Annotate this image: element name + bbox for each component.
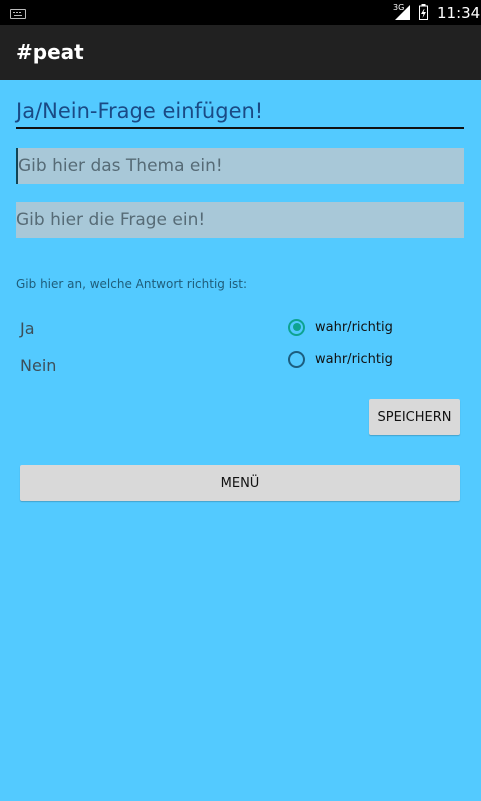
- answer-label-ja: Ja: [20, 319, 35, 338]
- menu-button[interactable]: MENÜ: [20, 465, 460, 501]
- question-input[interactable]: [16, 202, 464, 238]
- signal-icon: [395, 5, 410, 20]
- radio-label: wahr/richtig: [315, 351, 393, 367]
- radio-label: wahr/richtig: [315, 319, 393, 335]
- battery-icon: [419, 4, 428, 20]
- app-title: #peat: [16, 40, 84, 64]
- keyboard-icon: [10, 9, 26, 19]
- radio-option-ja[interactable]: wahr/richtig: [288, 316, 393, 338]
- radio-button-unchecked[interactable]: [288, 350, 305, 368]
- save-button[interactable]: SPEICHERN: [369, 399, 460, 435]
- topic-input[interactable]: [16, 148, 464, 184]
- form-heading: Ja/Nein-Frage einfügen!: [16, 99, 264, 123]
- answer-label-nein: Nein: [20, 356, 57, 375]
- clock: 11:34: [437, 4, 481, 22]
- app-bar: #peat: [0, 25, 481, 80]
- heading-underline: [16, 127, 464, 129]
- answer-hint: Gib hier an, welche Antwort richtig ist:: [16, 277, 248, 291]
- radio-option-nein[interactable]: wahr/richtig: [288, 348, 393, 370]
- radio-button-checked[interactable]: [288, 318, 305, 336]
- status-bar: 3G 11:34: [0, 0, 481, 25]
